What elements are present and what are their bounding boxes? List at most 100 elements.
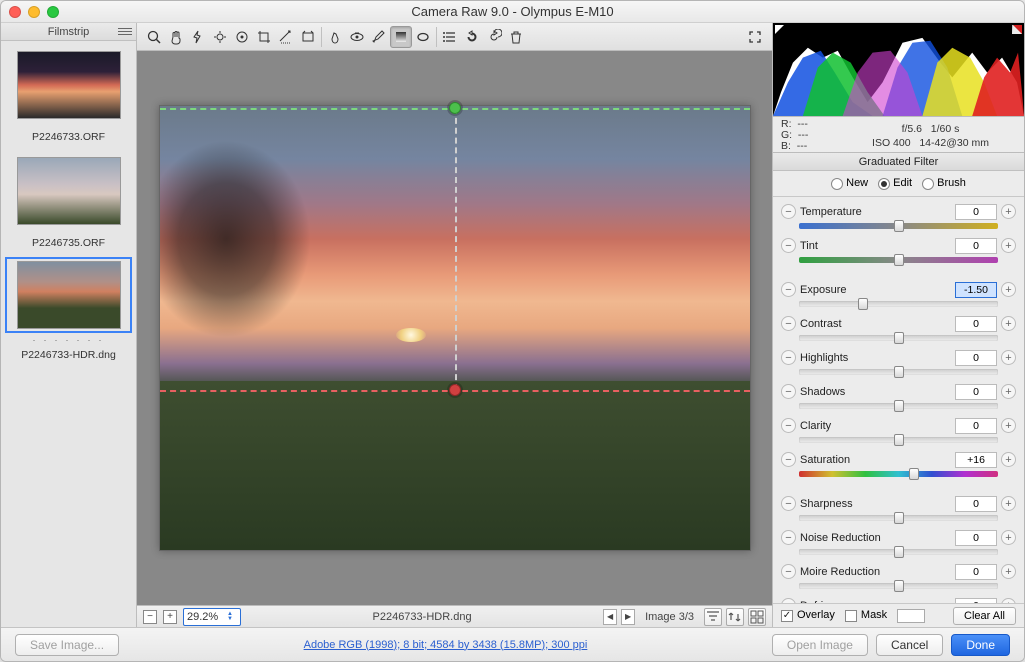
plus-button[interactable]: + [1001, 418, 1016, 433]
grid-view-icon[interactable] [748, 608, 766, 626]
targeted-adjust-icon[interactable] [231, 26, 253, 48]
slider-value[interactable]: 0 [955, 418, 997, 434]
sort-icon[interactable] [726, 608, 744, 626]
plus-button[interactable]: + [1001, 350, 1016, 365]
slider-value[interactable]: 0 [955, 530, 997, 546]
slider-track[interactable] [799, 515, 998, 521]
minus-button[interactable]: − [781, 238, 796, 253]
gradient-handle-bottom[interactable] [449, 384, 461, 396]
histogram[interactable] [773, 23, 1024, 117]
graduated-filter-icon[interactable] [390, 26, 412, 48]
shadow-clipping-icon[interactable] [775, 25, 784, 34]
zoom-in-button[interactable]: + [163, 610, 177, 624]
rotate-cw-icon[interactable] [483, 26, 505, 48]
photo-preview[interactable] [159, 105, 751, 551]
slider-track[interactable] [799, 549, 998, 555]
plus-button[interactable]: + [1001, 282, 1016, 297]
red-eye-icon[interactable] [346, 26, 368, 48]
minus-button[interactable]: − [781, 316, 796, 331]
filmstrip-thumb[interactable]: . . . . . . . P2246733-HDR.dng [5, 257, 132, 361]
slider-value[interactable]: 0 [955, 238, 997, 254]
slider-value[interactable]: 0 [955, 564, 997, 580]
prev-image-button[interactable]: ◀ [603, 609, 617, 625]
minus-button[interactable]: − [781, 530, 796, 545]
slider-value[interactable]: -1.50 [955, 282, 997, 298]
minus-button[interactable]: − [781, 350, 796, 365]
slider-track[interactable] [799, 583, 998, 589]
plus-button[interactable]: + [1001, 238, 1016, 253]
mask-checkbox[interactable]: Mask [845, 609, 887, 621]
rotate-ccw-icon[interactable] [461, 26, 483, 48]
zoom-select[interactable]: 29.2% ▲▼ [183, 608, 241, 626]
slider-knob[interactable] [894, 512, 904, 524]
straighten-icon[interactable] [275, 26, 297, 48]
cancel-button[interactable]: Cancel [876, 634, 943, 656]
spot-removal-icon[interactable] [324, 26, 346, 48]
plus-button[interactable]: + [1001, 564, 1016, 579]
slider-knob[interactable] [894, 254, 904, 266]
plus-button[interactable]: + [1001, 496, 1016, 511]
slider-knob[interactable] [909, 468, 919, 480]
slider-knob[interactable] [894, 220, 904, 232]
fullscreen-icon[interactable] [744, 26, 766, 48]
slider-value[interactable]: 0 [955, 204, 997, 220]
plus-button[interactable]: + [1001, 530, 1016, 545]
slider-value[interactable]: 0 [955, 496, 997, 512]
zoom-icon[interactable] [143, 26, 165, 48]
mask-color-swatch[interactable] [897, 609, 925, 623]
zoom-out-button[interactable]: − [143, 610, 157, 624]
next-image-button[interactable]: ▶ [621, 609, 635, 625]
slider-track[interactable] [799, 301, 998, 307]
plus-button[interactable]: + [1001, 204, 1016, 219]
minus-button[interactable]: − [781, 282, 796, 297]
slider-knob[interactable] [894, 580, 904, 592]
slider-track[interactable] [799, 471, 998, 477]
clear-all-button[interactable]: Clear All [953, 607, 1016, 625]
plus-button[interactable]: + [1001, 452, 1016, 467]
trash-icon[interactable] [505, 26, 527, 48]
canvas-area[interactable] [137, 51, 772, 605]
save-image-button[interactable]: Save Image... [15, 634, 119, 656]
color-sampler-icon[interactable] [209, 26, 231, 48]
minus-button[interactable]: − [781, 418, 796, 433]
list-icon[interactable] [439, 26, 461, 48]
crop-icon[interactable] [253, 26, 275, 48]
filmstrip-menu-icon[interactable] [118, 26, 132, 36]
transform-icon[interactable] [297, 26, 319, 48]
adjustment-brush-icon[interactable] [368, 26, 390, 48]
highlight-clipping-icon[interactable] [1012, 25, 1022, 34]
minus-button[interactable]: − [781, 384, 796, 399]
rating-filter-icon[interactable] [704, 608, 722, 626]
mode-edit[interactable]: Edit [878, 177, 912, 189]
open-image-button[interactable]: Open Image [772, 634, 868, 656]
slider-track[interactable] [799, 403, 998, 409]
filmstrip-thumb[interactable]: P2246733.ORF [5, 45, 132, 143]
slider-value[interactable]: 0 [955, 350, 997, 366]
plus-button[interactable]: + [1001, 384, 1016, 399]
overlay-checkbox[interactable]: ✓Overlay [781, 609, 835, 621]
slider-knob[interactable] [894, 366, 904, 378]
slider-value[interactable]: +16 [955, 452, 997, 468]
done-button[interactable]: Done [951, 634, 1010, 656]
white-balance-icon[interactable] [187, 26, 209, 48]
slider-track[interactable] [799, 335, 998, 341]
slider-knob[interactable] [894, 332, 904, 344]
slider-track[interactable] [799, 223, 998, 229]
slider-track[interactable] [799, 369, 998, 375]
slider-value[interactable]: 0 [955, 316, 997, 332]
slider-knob[interactable] [858, 298, 868, 310]
slider-knob[interactable] [894, 546, 904, 558]
mode-new[interactable]: New [831, 177, 868, 189]
hand-icon[interactable] [165, 26, 187, 48]
workflow-options-link[interactable]: Adobe RGB (1998); 8 bit; 4584 by 3438 (1… [127, 639, 764, 651]
mode-brush[interactable]: Brush [922, 177, 966, 189]
minus-button[interactable]: − [781, 496, 796, 511]
minus-button[interactable]: − [781, 204, 796, 219]
slider-knob[interactable] [894, 434, 904, 446]
plus-button[interactable]: + [1001, 316, 1016, 331]
filmstrip-thumb[interactable]: P2246735.ORF [5, 151, 132, 249]
slider-value[interactable]: 0 [955, 384, 997, 400]
radial-filter-icon[interactable] [412, 26, 434, 48]
gradient-handle-top[interactable] [449, 102, 461, 114]
minus-button[interactable]: − [781, 564, 796, 579]
